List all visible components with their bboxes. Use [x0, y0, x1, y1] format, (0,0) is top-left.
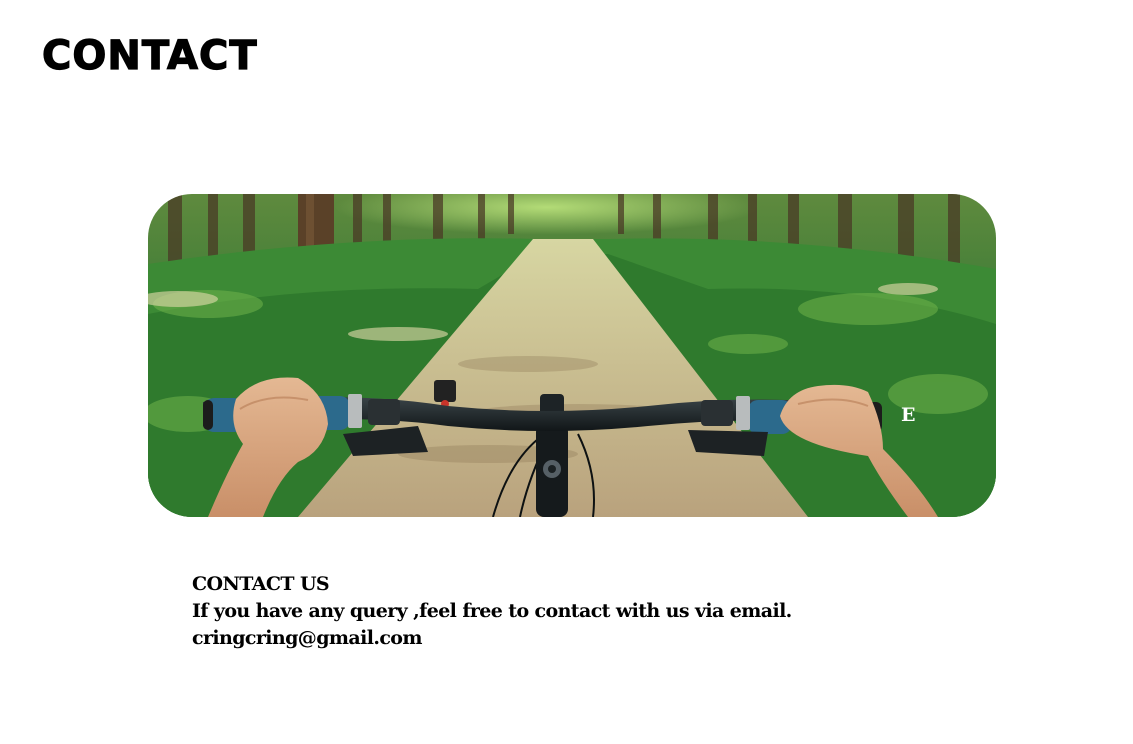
- contact-info: CONTACT US If you have any query ,feel f…: [192, 571, 952, 652]
- hero-image: E: [148, 194, 996, 517]
- contact-email: cringcring@gmail.com: [192, 627, 422, 649]
- hero-overlay-letter: E: [901, 404, 916, 426]
- forest-bike-photo: [148, 194, 996, 517]
- contact-heading: CONTACT US: [192, 573, 330, 595]
- page-title: CONTACT: [41, 33, 258, 79]
- contact-message: If you have any query ,feel free to cont…: [192, 600, 792, 622]
